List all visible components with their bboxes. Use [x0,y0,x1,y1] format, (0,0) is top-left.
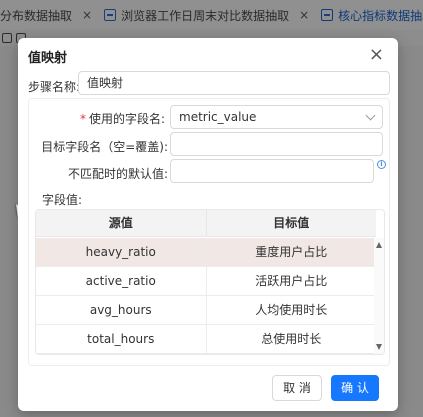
target-field-input[interactable] [170,132,383,156]
close-icon[interactable]: × [369,46,384,64]
chevron-down-icon [365,110,376,121]
value-mapping-dialog: 值映射 × 步骤名称: 值映射 * 使用的字段名: metric_value 目标… [18,38,398,411]
step-name-label: 步骤名称: [28,80,81,94]
source-value-cell[interactable]: heavy_ratio [36,238,206,266]
table-row[interactable]: avg_hours 人均使用时长 [36,296,376,325]
tab-core-metrics-extract[interactable]: 核心指标数据抽取 [315,0,423,30]
scroll-up-icon[interactable] [376,242,382,248]
target-value-cell[interactable]: 人均使用时长 [205,296,377,324]
target-value-cell[interactable]: 总使用时长 [205,325,377,353]
tab-label: 分布数据抽取 [0,8,73,23]
table-row[interactable]: heavy_ratio 重度用户占比 [36,238,376,267]
source-field-value: metric_value [179,110,257,124]
column-header-source: 源值 [108,216,133,230]
target-value-cell[interactable]: 活跃用户占比 [205,267,377,295]
field-values-label: 字段值: [42,193,83,207]
background-tab-bar: 分布数据抽取 × 浏览器工作日周末对比数据抽取 × 核心指标数据抽取 [0,0,423,30]
info-icon[interactable]: i [377,160,386,169]
table-row[interactable]: active_ratio 活跃用户占比 [36,267,376,296]
source-value-cell[interactable]: active_ratio [36,267,206,295]
table-body: heavy_ratio 重度用户占比 active_ratio 活跃用户占比 a… [36,238,376,354]
mapping-table: 源值 目标值 heavy_ratio 重度用户占比 active_ratio 活… [35,209,385,355]
source-value-cell[interactable]: total_hours [36,325,206,353]
default-value-label: 不匹配时的默认值: [67,167,168,181]
target-value-cell[interactable]: 重度用户占比 [205,238,377,266]
tab-distribution-extract[interactable]: 分布数据抽取 × [0,0,98,30]
tab-label: 浏览器工作日周末对比数据抽取 [121,8,290,23]
column-header-target: 目标值 [205,210,377,236]
table-icon [321,9,334,21]
required-marker: * [79,112,86,126]
tab-browser-weekday-extract[interactable]: 浏览器工作日周末对比数据抽取 × [98,0,315,30]
confirm-button[interactable]: 确 认 [331,375,379,401]
table-scrollbar[interactable] [374,238,384,354]
default-value-input[interactable] [170,159,374,183]
source-field-select[interactable]: metric_value [170,105,383,129]
table-header: 源值 目标值 [36,210,376,237]
source-value-cell[interactable]: avg_hours [36,296,206,324]
table-icon [104,9,117,21]
table-row[interactable]: total_hours 总使用时长 [36,325,376,354]
source-field-label: * 使用的字段名: [79,112,165,126]
tab-close-icon[interactable]: × [299,8,309,22]
toolbar-icon[interactable] [2,33,12,43]
step-name-input[interactable]: 值映射 [78,71,390,95]
dialog-title: 值映射 [28,51,68,66]
scroll-down-icon[interactable] [376,344,382,350]
tab-label: 核心指标数据抽取 [338,8,423,23]
cancel-button[interactable]: 取 消 [272,375,322,401]
tab-close-icon[interactable]: × [82,8,92,22]
target-field-label: 目标字段名（空=覆盖): [41,140,168,154]
